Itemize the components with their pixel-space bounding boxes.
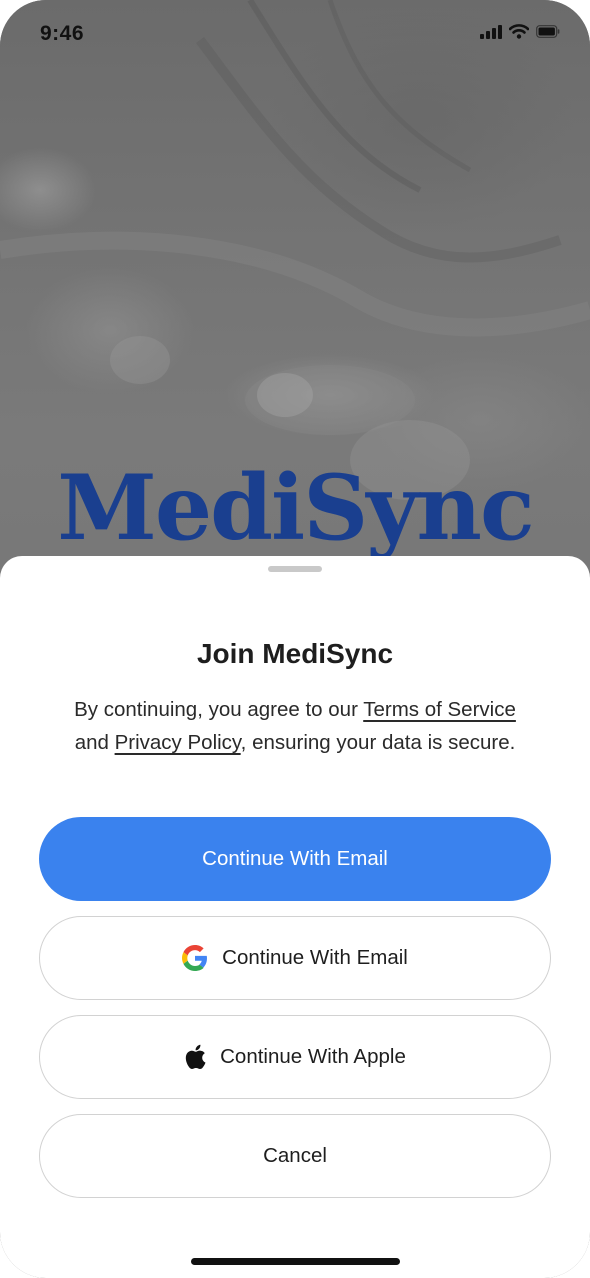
sheet-drag-handle[interactable]	[268, 566, 322, 572]
bottom-sheet: Join MediSync By continuing, you agree t…	[0, 556, 590, 1278]
status-time: 9:46	[40, 22, 85, 45]
brand-logo: MediSync	[57, 455, 535, 561]
home-indicator[interactable]	[191, 1258, 400, 1265]
consent-text-suffix: , ensuring your data is secure.	[240, 731, 516, 754]
cancel-label: Cancel	[263, 1144, 327, 1167]
cancel-button[interactable]: Cancel	[39, 1114, 551, 1198]
continue-with-email-button[interactable]: Continue With Email	[39, 817, 551, 901]
google-icon	[182, 945, 208, 971]
terms-of-service-link[interactable]: Terms of Service	[363, 698, 516, 721]
status-icons	[480, 24, 560, 44]
apple-icon	[184, 1044, 206, 1070]
continue-with-apple-label: Continue With Apple	[220, 1045, 406, 1068]
sheet-title: Join MediSync	[196, 638, 394, 669]
privacy-policy-link[interactable]: Privacy Policy	[115, 731, 241, 754]
continue-with-email-label: Continue With Email	[202, 847, 388, 870]
battery-icon	[536, 25, 560, 43]
continue-with-apple-button[interactable]: Continue With Apple	[39, 1015, 551, 1099]
continue-with-google-button[interactable]: Continue With Email	[39, 916, 551, 1000]
signal-icon	[480, 24, 502, 44]
consent-text-middle: and	[74, 731, 115, 754]
continue-with-google-label: Continue With Email	[222, 946, 408, 969]
status-bar: 9:46	[0, 0, 590, 70]
phone-screen: 9:46 MediSync Join MediSync By continuin…	[0, 0, 590, 1278]
consent-text-prefix: By continuing, you agree to our	[74, 698, 364, 721]
consent-text: By continuing, you agree to our Terms of…	[40, 693, 550, 759]
wifi-icon	[508, 24, 530, 44]
